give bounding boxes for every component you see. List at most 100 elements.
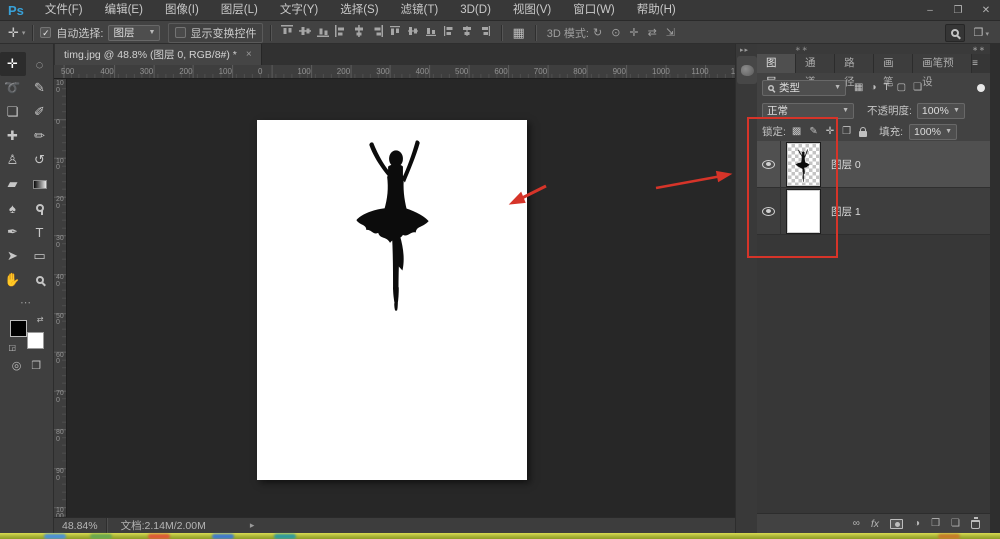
taskbar-icon[interactable] [148,534,170,539]
pen-tool[interactable]: ✒ [0,220,26,244]
taskbar-icon[interactable] [90,534,112,539]
layer-row[interactable]: 图层 0 [757,141,990,188]
new-layer-icon[interactable]: ❏ [951,518,960,529]
minimize-button[interactable]: – [916,0,944,21]
lock-position-icon[interactable]: ✛ [826,126,834,137]
show-transform-group[interactable]: 显示变换控件 [168,23,263,43]
filter-type-layers-icon[interactable]: T [884,82,890,93]
align-right-edges-icon[interactable] [371,25,384,41]
lock-transparent-pixels-icon[interactable]: ▩ [792,126,801,137]
clone-stamp-tool[interactable]: ♙ [0,148,26,172]
close-button[interactable]: ✕ [972,0,1000,21]
distribute-top-edges-icon[interactable] [389,25,402,41]
fill-dropdown[interactable]: 100%▼ [909,124,957,140]
blend-mode-dropdown[interactable]: 正常▼ [762,103,854,119]
menu-滤镜[interactable]: 滤镜(T) [390,0,450,21]
filter-pixel-layers-icon[interactable]: ▦ [854,82,863,93]
search-button[interactable] [945,24,965,42]
menu-编辑[interactable]: 编辑(E) [94,0,154,21]
expand-dock-icon[interactable]: ▸▸ [740,46,749,54]
adjustment-layer-icon[interactable]: ◑ [914,518,920,529]
type-tool[interactable]: T [27,220,53,244]
blur-tool[interactable]: ♠ [0,196,26,220]
tool-preset-picker[interactable]: ✛ ▾ [0,25,25,41]
foreground-color-swatch[interactable] [10,320,27,337]
crop-tool[interactable]: ❏ [0,100,26,124]
menu-图层[interactable]: 图层(L) [210,0,269,21]
delete-layer-icon[interactable] [971,520,980,529]
windows-taskbar[interactable] [0,533,1000,539]
document-canvas[interactable] [257,120,527,480]
filter-adjustment-layers-icon[interactable]: ◑ [870,82,876,93]
menu-文字[interactable]: 文字(Y) [269,0,329,21]
zoom-tool[interactable] [27,268,53,292]
distribute-right-edges-icon[interactable] [479,25,492,41]
default-colors-icon[interactable]: ◲ [9,343,17,352]
layer-style-icon[interactable]: fx [871,518,879,530]
distribute-vertical-centers-icon[interactable] [407,25,420,41]
filter-smart-objects-icon[interactable]: ❏ [913,82,922,93]
menu-图像[interactable]: 图像(I) [154,0,210,21]
align-left-edges-icon[interactable] [335,25,348,41]
background-color-swatch[interactable] [27,332,44,349]
status-expand-icon[interactable]: ▸ [220,520,255,531]
taskbar-icon[interactable] [44,534,66,539]
swap-colors-icon[interactable]: ⇄ [37,315,44,324]
hand-tool[interactable]: ✋ [0,268,26,292]
align-vertical-centers-icon[interactable] [299,25,312,41]
brush-tool[interactable]: ✏ [27,124,53,148]
panel-tab-画笔[interactable]: 画笔 [874,54,913,73]
restore-button[interactable]: ❐ [944,0,972,21]
quick-selection-tool[interactable]: ✎ [27,76,53,100]
collapse-dock-icon[interactable]: ∗∗ [972,45,986,53]
filter-toggle-icon[interactable] [977,84,985,92]
3d-roll-icon[interactable]: ⊙ [611,26,620,39]
document-tab[interactable]: timg.jpg @ 48.8% (图层 0, RGB/8#) * × [55,44,262,65]
zoom-level-field[interactable]: 48.84% [54,518,107,533]
path-selection-tool[interactable]: ➤ [0,244,26,268]
dodge-tool[interactable] [27,196,53,220]
layer-thumbnail[interactable] [787,190,820,233]
align-horizontal-centers-icon[interactable] [353,25,366,41]
layer-mask-icon[interactable] [890,519,903,529]
layer-row[interactable]: 图层 1 [757,188,990,235]
3d-pan-icon[interactable]: ✛ [629,26,638,39]
panel-tab-图层[interactable]: 图层 [757,54,796,73]
layer-group-icon[interactable]: ❒ [931,518,940,529]
history-brush-tool[interactable]: ↺ [27,148,53,172]
menu-窗口[interactable]: 窗口(W) [562,0,626,21]
eyedropper-tool[interactable]: ✐ [27,100,53,124]
panel-tab-画笔预设[interactable]: 画笔预设 [913,54,972,73]
marquee-tool[interactable]: ◌ [27,52,53,76]
panel-menu-icon[interactable]: ≡ [972,54,978,73]
layer-thumbnail[interactable] [787,143,820,186]
panel-tab-路径[interactable]: 路径 [835,54,874,73]
menu-帮助[interactable]: 帮助(H) [626,0,687,21]
menu-选择[interactable]: 选择(S) [329,0,389,21]
panel-tab-通道[interactable]: 通道 [796,54,835,73]
filter-shape-layers-icon[interactable]: ▢ [897,82,906,93]
collapsed-panel-button[interactable] [737,56,757,84]
auto-select-checkbox[interactable]: ✓ [40,27,51,38]
workspace-switcher[interactable]: ❐ ▾ [974,26,989,39]
menu-视图[interactable]: 视图(V) [502,0,562,21]
lock-all-icon[interactable] [859,131,867,137]
3d-rotate-icon[interactable]: ↻ [593,26,602,39]
show-transform-checkbox[interactable] [175,27,186,38]
lasso-tool[interactable]: ➰ [0,76,26,100]
healing-brush-tool[interactable]: ✚ [0,124,26,148]
align-bottom-edges-icon[interactable] [317,25,330,41]
canvas-area[interactable]: 5004003002001000100200300400500600700800… [54,65,735,517]
shape-tool[interactable]: ▭ [27,244,53,268]
screen-mode-button[interactable]: ❐ [31,359,41,372]
close-tab-icon[interactable]: × [246,49,252,60]
auto-select-target-dropdown[interactable]: 图层▼ [108,25,160,41]
eraser-tool[interactable]: ▰ [0,172,26,196]
menu-文件[interactable]: 文件(F) [34,0,94,21]
taskbar-icon[interactable] [938,534,960,539]
taskbar-icon[interactable] [212,534,234,539]
gradient-tool[interactable] [27,172,53,196]
link-layers-icon[interactable]: ∞ [853,518,860,529]
layer-visibility-toggle[interactable] [757,188,781,235]
layer-name[interactable]: 图层 0 [831,157,861,172]
